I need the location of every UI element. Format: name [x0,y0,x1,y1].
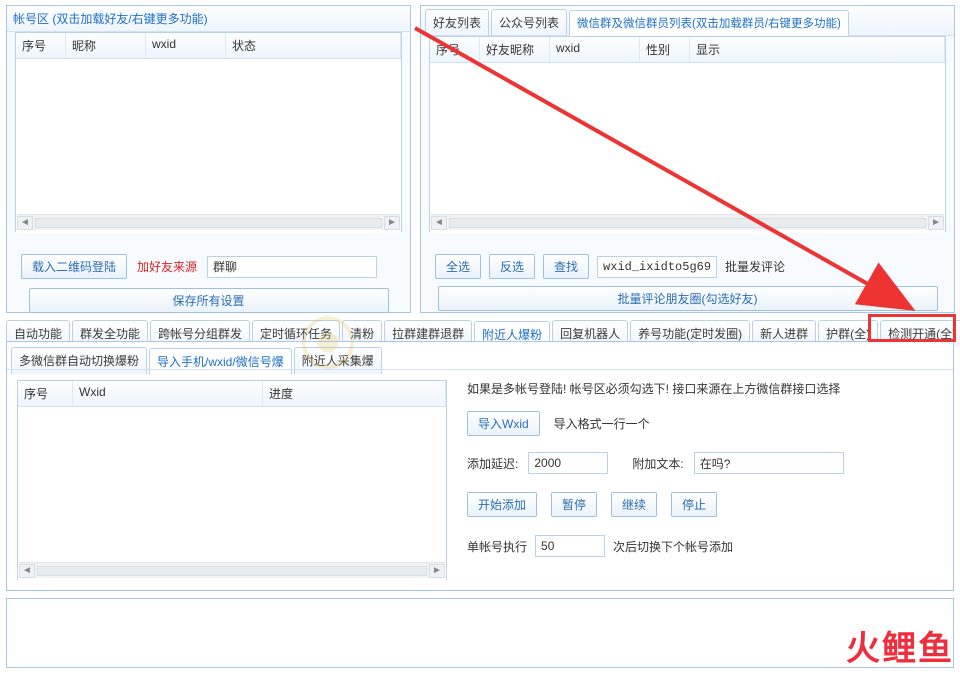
col-progress: 进度 [263,381,446,406]
friends-grid-body [430,63,945,233]
extra-text-label: 附加文本: [632,455,683,472]
select-all-button[interactable]: 全选 [435,254,481,279]
add-friend-source-label: 加好友来源 [137,258,197,275]
import-controls: 如果是多帐号登陆! 帐号区必须勾选下! 接口来源在上方微信群接口选择 导入Wxi… [467,380,943,557]
delay-input[interactable] [528,452,608,474]
scroll-left-icon[interactable]: ◄ [19,564,35,578]
account-grid[interactable]: 序号 昵称 wxid 状态 ◄ ► [15,32,402,232]
save-all-button[interactable]: 保存所有设置 [29,288,389,313]
import-grid-header: 序号 Wxid 进度 [18,381,446,407]
friends-panel: 好友列表 公众号列表 微信群及微信群员列表(双击加载群员/右键更多功能) 序号 … [420,5,955,313]
search-input[interactable] [597,256,717,278]
scroll-thumb[interactable] [449,218,926,228]
col-seq: 序号 [16,33,66,58]
col-nick: 昵称 [66,33,146,58]
col-wxid: wxid [146,33,226,58]
log-panel [6,598,954,668]
account-grid-body [16,59,401,233]
col-wxid: Wxid [73,381,263,406]
scroll-left-icon[interactable]: ◄ [431,216,447,230]
col-wxid: wxid [550,37,640,62]
extra-text-input[interactable] [694,452,844,474]
col-nick: 好友昵称 [480,37,550,62]
sub-panel: 多微信群自动切换爆粉导入手机/wxid/微信号爆附近人采集爆 序号 Wxid 进… [6,341,954,591]
per-account-label: 单帐号执行 [467,538,527,555]
col-status: 状态 [226,33,401,58]
account-panel: 帐号区 (双击加载好友/右键更多功能) 序号 昵称 wxid 状态 ◄ ► 载入… [6,5,411,313]
import-hint: 如果是多帐号登陆! 帐号区必须勾选下! 接口来源在上方微信群接口选择 [467,380,943,397]
import-grid[interactable]: 序号 Wxid 进度 ◄ ► [17,380,447,580]
tab-gzh-list[interactable]: 公众号列表 [491,9,567,35]
col-display: 显示 [690,37,945,62]
scroll-thumb[interactable] [37,566,427,576]
watermark-text: 火鲤鱼 [846,621,954,670]
resume-button[interactable]: 继续 [611,492,657,517]
tab-friends-list[interactable]: 好友列表 [425,9,489,35]
import-scrollbar[interactable]: ◄ ► [19,562,445,578]
col-seq: 序号 [430,37,480,62]
per-account-input[interactable] [535,535,605,557]
account-scrollbar[interactable]: ◄ ► [17,214,400,230]
col-sex: 性别 [640,37,690,62]
scroll-left-icon[interactable]: ◄ [17,216,33,230]
delay-label: 添加延迟: [467,455,518,472]
scroll-right-icon[interactable]: ► [928,216,944,230]
friends-grid[interactable]: 序号 好友昵称 wxid 性别 显示 ◄ ► [429,36,946,232]
per-account-hint: 次后切换下个帐号添加 [613,538,733,555]
stop-button[interactable]: 停止 [671,492,717,517]
col-seq: 序号 [18,381,73,406]
start-add-button[interactable]: 开始添加 [467,492,537,517]
friends-grid-header: 序号 好友昵称 wxid 性别 显示 [430,37,945,63]
search-button[interactable]: 查找 [543,254,589,279]
scroll-right-icon[interactable]: ► [429,564,445,578]
account-panel-title: 帐号区 (双击加载好友/右键更多功能) [7,6,410,32]
load-qr-button[interactable]: 载入二维码登陆 [21,254,127,279]
import-format-hint: 导入格式一行一个 [554,415,650,432]
pause-button[interactable]: 暂停 [551,492,597,517]
invert-select-button[interactable]: 反选 [489,254,535,279]
tab-group-list[interactable]: 微信群及微信群员列表(双击加载群员/右键更多功能) [569,10,849,36]
account-grid-header: 序号 昵称 wxid 状态 [16,33,401,59]
import-wxid-button[interactable]: 导入Wxid [467,411,540,436]
friend-source-select[interactable] [207,256,377,278]
scroll-right-icon[interactable]: ► [384,216,400,230]
import-grid-body [18,407,446,581]
friends-scrollbar[interactable]: ◄ ► [431,214,944,230]
batch-comment-label: 批量发评论 [725,258,785,275]
scroll-thumb[interactable] [35,218,382,228]
batch-comment-button[interactable]: 批量评论朋友圈(勾选好友) [438,286,938,311]
